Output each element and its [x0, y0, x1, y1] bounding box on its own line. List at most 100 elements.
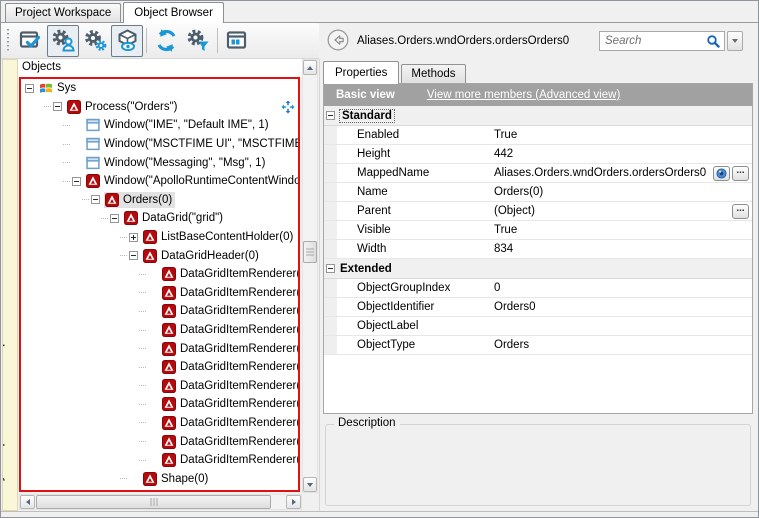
collapse-icon[interactable] — [326, 111, 335, 120]
property-value[interactable]: Orders — [494, 339, 752, 351]
tree-item[interactable]: DataGridItemRenderer(9) — [21, 432, 298, 451]
property-value[interactable]: Orders0 — [494, 301, 752, 313]
property-row[interactable]: Width834 — [324, 240, 752, 259]
tree-item[interactable]: Window("IME", "Default IME", 1) — [21, 116, 298, 135]
expander-plus-icon[interactable] — [129, 233, 138, 242]
scroll-up-button[interactable] — [303, 60, 317, 75]
scroll-down-button[interactable] — [303, 477, 317, 492]
tree-item-content[interactable]: DataGridItemRenderer(1) — [161, 285, 300, 301]
tree-item[interactable]: DataGridItemRenderer(4) — [21, 339, 298, 358]
property-row[interactable]: ObjectGroupIndex0 — [324, 279, 752, 298]
tree-item-content[interactable]: Window("Messaging", "Msg", 1) — [85, 155, 268, 171]
toolbar-panel-window-button[interactable] — [221, 25, 253, 57]
ellipsis-button[interactable]: ... — [732, 204, 749, 219]
expander-minus-icon[interactable] — [110, 214, 119, 223]
tree-item-content[interactable]: DataGridItemRenderer(3) — [161, 322, 300, 338]
property-row[interactable]: VisibleTrue — [324, 221, 752, 240]
toolbar-cube-eye-button[interactable] — [111, 25, 143, 57]
tree-item[interactable]: DataGridItemRenderer(7) — [21, 395, 298, 414]
collapsed-note-panel[interactable]: the system processes and the processes t… — [2, 59, 18, 511]
property-value[interactable]: 442 — [494, 148, 752, 160]
tree-item[interactable]: Sys — [21, 79, 298, 98]
tree-item[interactable]: ListBaseContentHolder(0) — [21, 228, 298, 247]
property-row[interactable]: ObjectLabel — [324, 317, 752, 336]
tree-item[interactable]: Window("MSCTFIME UI", "MSCTFIME UI", — [21, 135, 298, 154]
property-value[interactable]: (Object) — [494, 205, 732, 217]
tree-item[interactable]: DataGridItemRenderer(3) — [21, 321, 298, 340]
property-row[interactable]: ObjectTypeOrders — [324, 336, 752, 355]
tree-item[interactable]: DataGridItemRenderer(1) — [21, 284, 298, 303]
toolbar-refresh-button[interactable] — [150, 25, 182, 57]
tree-item-content[interactable]: DataGrid("grid") — [123, 210, 226, 226]
highlight-on-screen-button[interactable] — [713, 166, 730, 181]
property-value[interactable]: Orders(0) — [494, 186, 752, 198]
tree-item[interactable]: Shape(0) — [21, 469, 298, 488]
expander-minus-icon[interactable] — [25, 84, 34, 93]
tree-item[interactable]: DataGridItemRenderer(2) — [21, 302, 298, 321]
tree-item[interactable]: DataGrid("grid") — [21, 209, 298, 228]
property-row[interactable]: MappedNameAliases.Orders.wndOrders.order… — [324, 164, 752, 183]
expander-minus-icon[interactable] — [72, 177, 81, 186]
property-value[interactable]: True — [494, 129, 752, 141]
property-value[interactable]: True — [494, 224, 752, 236]
expander-minus-icon[interactable] — [91, 195, 100, 204]
scroll-left-button[interactable] — [20, 495, 35, 509]
tree-item-content[interactable]: Window("ApolloRuntimeContentWindow", — [85, 173, 300, 189]
tree-item-content[interactable]: DataGridItemRenderer(10 — [161, 452, 300, 468]
toolbar-gear-small-gear-button[interactable] — [79, 25, 111, 57]
property-row[interactable]: ObjectIdentifierOrders0 — [324, 298, 752, 317]
tab-project-workspace[interactable]: Project Workspace — [5, 3, 121, 22]
tree-item[interactable]: Process("Orders") — [21, 98, 298, 117]
scroll-right-button[interactable] — [286, 495, 301, 509]
tree-item[interactable]: DataGridItemRenderer(5) — [21, 358, 298, 377]
search-options-button[interactable] — [727, 31, 743, 51]
property-value[interactable]: 834 — [494, 243, 752, 255]
tree-item[interactable]: DataGridItemRenderer(10 — [21, 451, 298, 470]
tree-item[interactable]: Window("Messaging", "Msg", 1) — [21, 153, 298, 172]
property-row[interactable]: Height442 — [324, 145, 752, 164]
expander-minus-icon[interactable] — [53, 102, 62, 111]
tree-item-content[interactable]: DataGridItemRenderer(8) — [161, 415, 300, 431]
property-value[interactable]: Aliases.Orders.wndOrders.ordersOrders0 — [494, 167, 713, 179]
toolbar-grip-handle[interactable] — [7, 29, 9, 53]
horizontal-scroll-thumb[interactable] — [36, 495, 271, 509]
tree-item-content[interactable]: Process("Orders") — [66, 99, 181, 115]
property-row[interactable]: EnabledTrue — [324, 126, 752, 145]
back-button[interactable] — [327, 29, 349, 51]
tree-item-content[interactable]: DataGridItemRenderer(6) — [161, 378, 300, 394]
tree-item-content[interactable]: Shape(0) — [142, 471, 211, 487]
collapse-icon[interactable] — [326, 264, 335, 273]
tree-item-content[interactable]: DataGridItemRenderer(2) — [161, 303, 300, 319]
tree-item-content[interactable]: Orders(0) — [104, 192, 175, 208]
tree-item[interactable]: DataGridItemRenderer(8) — [21, 414, 298, 433]
tab-properties[interactable]: Properties — [323, 61, 399, 84]
panel-splitter[interactable] — [319, 59, 320, 511]
expander-minus-icon[interactable] — [129, 251, 138, 260]
tab-object-browser[interactable]: Object Browser — [123, 2, 224, 23]
tree-item-content[interactable]: Window("MSCTFIME UI", "MSCTFIME UI", — [85, 136, 300, 152]
tree-item-content[interactable]: Sys — [38, 80, 79, 96]
tree-item-content[interactable]: DataGridItemRenderer(4) — [161, 341, 300, 357]
property-group-header[interactable]: Standard — [324, 106, 752, 126]
tab-methods[interactable]: Methods — [401, 64, 465, 83]
toolbar-gear-filter-button[interactable] — [182, 25, 214, 57]
tree-item-content[interactable]: DataGridItemRenderer(0) — [161, 266, 300, 282]
property-value[interactable]: 0 — [494, 282, 752, 294]
ellipsis-button[interactable]: ... — [732, 166, 749, 181]
tree-item-content[interactable]: DataGridItemRenderer(5) — [161, 359, 300, 375]
tree-item-content[interactable]: ListBaseContentHolder(0) — [142, 229, 296, 245]
property-row[interactable]: Parent(Object)... — [324, 202, 752, 221]
tree-item-content[interactable]: DataGridHeader(0) — [142, 248, 262, 264]
property-row[interactable]: NameOrders(0) — [324, 183, 752, 202]
toolbar-window-check-button[interactable] — [15, 25, 47, 57]
tree-item[interactable]: DataGridItemRenderer(6) — [21, 377, 298, 396]
search-icon[interactable] — [706, 34, 720, 48]
tree-item-content[interactable]: DataGridItemRenderer(7) — [161, 396, 300, 412]
tree-item[interactable]: Orders(0) — [21, 191, 298, 210]
vertical-scroll-thumb[interactable] — [303, 241, 317, 263]
tree-vertical-scrollbar[interactable] — [302, 59, 318, 493]
tree-item-content[interactable]: Window("IME", "Default IME", 1) — [85, 117, 272, 133]
property-group-header[interactable]: Extended — [324, 259, 752, 279]
toolbar-gear-user-button[interactable] — [47, 25, 79, 57]
tree-item[interactable]: DataGridItemRenderer(0) — [21, 265, 298, 284]
